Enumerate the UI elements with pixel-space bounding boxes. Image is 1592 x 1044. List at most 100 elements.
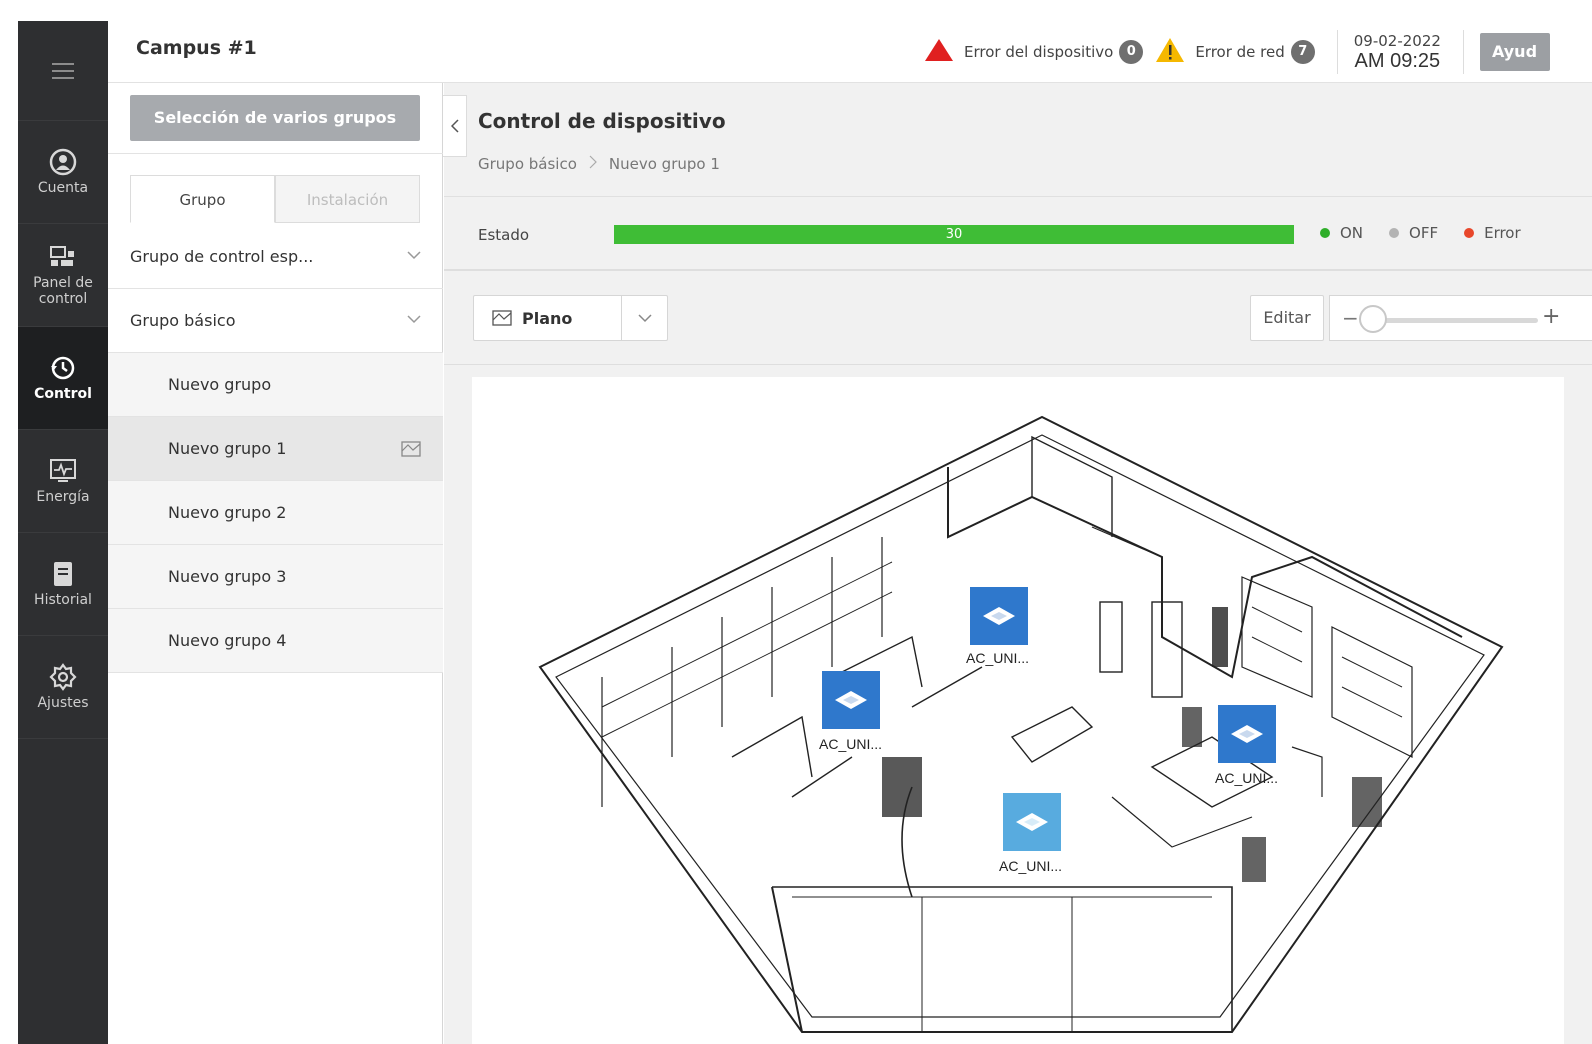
settings-gear-icon [49, 663, 77, 691]
group-row-control-esp[interactable]: Grupo de control esp... [108, 225, 443, 289]
breadcrumb-item[interactable]: Grupo básico [478, 155, 577, 173]
top-header: Campus #1 Error del dispositivo 0 Error … [108, 21, 1592, 83]
site-title: Campus #1 [136, 37, 257, 59]
status-bar: Estado 30 ON OFF Error [444, 198, 1592, 271]
ac-unit-label[interactable]: AC_UNI... [819, 736, 882, 752]
ac-unit-icon[interactable] [822, 671, 880, 729]
nav-item-panel-de-control[interactable]: Panel de control [18, 224, 108, 327]
nav-label: Panel de control [33, 275, 93, 307]
user-icon [49, 148, 77, 176]
legend-label: Error [1484, 224, 1521, 242]
left-nav-rail: Cuenta Panel de control Control Energía … [18, 21, 108, 1044]
time: AM 09:25 [1354, 49, 1441, 72]
edit-button[interactable]: Editar [1250, 295, 1324, 341]
legend-error: Error [1464, 224, 1521, 242]
zoom-slider[interactable]: − + [1329, 295, 1592, 341]
chevron-down-icon [407, 309, 421, 328]
subgroup-label: Nuevo grupo 3 [168, 567, 287, 586]
status-label: Estado [478, 226, 530, 244]
group-label: Grupo de control esp... [130, 247, 314, 266]
nav-item-energia[interactable]: Energía [18, 430, 108, 533]
subgroup-row[interactable]: Nuevo grupo [108, 353, 443, 417]
subgroup-row[interactable]: Nuevo grupo 3 [108, 545, 443, 609]
dashboard-icon [49, 243, 77, 271]
legend-on: ON [1320, 224, 1363, 242]
ac-unit-icon[interactable] [1218, 705, 1276, 763]
legend-label: OFF [1409, 224, 1439, 242]
view-select-value[interactable]: Plano [474, 296, 622, 340]
title-area: Control de dispositivo Grupo básico Nuev… [444, 83, 1592, 197]
legend-label: ON [1340, 224, 1364, 242]
view-select[interactable]: Plano [473, 295, 668, 341]
floor-plan-icon [401, 441, 421, 461]
nav-label: Cuenta [37, 180, 89, 196]
nav-item-cuenta[interactable]: Cuenta [18, 121, 108, 224]
nav-label: Historial [34, 592, 92, 608]
subgroup-label: Nuevo grupo [168, 375, 272, 394]
group-label: Grupo básico [130, 311, 236, 330]
nav-item-historial[interactable]: Historial [18, 533, 108, 636]
legend-off: OFF [1389, 224, 1438, 242]
breadcrumb: Grupo básico Nuevo grupo 1 [478, 155, 720, 173]
energy-monitor-icon [49, 457, 77, 485]
breadcrumb-item: Nuevo grupo 1 [608, 155, 720, 173]
multi-group-select-button[interactable]: Selección de varios grupos [130, 95, 420, 141]
ac-unit-icon[interactable] [970, 587, 1028, 645]
ac-unit-label[interactable]: AC_UNI... [999, 858, 1062, 874]
subgroup-label: Nuevo grupo 1 [168, 439, 287, 458]
status-progress-bar: 30 [614, 225, 1294, 244]
tab-grupo[interactable]: Grupo [130, 175, 275, 223]
device-error-label: Error del dispositivo [964, 43, 1114, 61]
status-legend: ON OFF Error [1320, 224, 1547, 242]
group-row-basico[interactable]: Grupo básico [108, 289, 443, 353]
subgroup-row[interactable]: Nuevo grupo 2 [108, 481, 443, 545]
collapse-panel-button[interactable] [443, 95, 467, 157]
zoom-track[interactable] [1370, 318, 1538, 323]
tab-instalacion[interactable]: Instalación [275, 175, 420, 223]
nav-item-control[interactable]: Control [18, 327, 108, 430]
chevron-left-icon [450, 119, 459, 133]
nav-item-ajustes[interactable]: Ajustes [18, 636, 108, 739]
zoom-out-button[interactable]: − [1342, 306, 1359, 330]
subgroup-label: Nuevo grupo 2 [168, 503, 287, 522]
control-icon [49, 354, 77, 382]
device-error-indicator[interactable]: Error del dispositivo 0 [924, 38, 1144, 66]
group-panel: Selección de varios grupos Grupo Instala… [108, 83, 443, 1044]
divider [108, 153, 443, 154]
status-progress-fill: 30 [614, 225, 1294, 244]
error-triangle-icon [924, 38, 954, 66]
view-select-label: Plano [522, 308, 573, 328]
page-title: Control de dispositivo [478, 109, 726, 133]
main-content: Control de dispositivo Grupo básico Nuev… [444, 83, 1592, 1044]
device-error-count: 0 [1119, 40, 1144, 64]
floor-plan-canvas[interactable]: AC_UNI... AC_UNI... AC_UNI... AC_UNI... [472, 377, 1564, 1044]
subgroup-label: Nuevo grupo 4 [168, 631, 287, 650]
network-error-count: 7 [1290, 40, 1315, 64]
network-error-label: Error de red [1195, 43, 1285, 61]
off-dot-icon [1389, 228, 1400, 238]
warning-triangle-icon [1155, 37, 1185, 67]
chevron-down-icon[interactable] [622, 313, 667, 323]
store-floor-plan-illustration [538, 415, 1504, 1033]
error-dot-icon [1464, 228, 1475, 238]
ac-unit-label[interactable]: AC_UNI... [1215, 770, 1278, 786]
zoom-knob[interactable] [1359, 305, 1387, 333]
ac-unit-label[interactable]: AC_UNI... [966, 650, 1029, 666]
subgroup-row-selected[interactable]: Nuevo grupo 1 [108, 417, 443, 481]
history-icon [49, 560, 77, 588]
view-toolbar: Plano Editar − + [444, 273, 1592, 365]
header-divider [1462, 30, 1464, 74]
zoom-in-button[interactable]: + [1542, 304, 1560, 329]
on-dot-icon [1320, 228, 1330, 238]
header-divider [1336, 30, 1338, 74]
ac-unit-icon[interactable] [1003, 793, 1061, 851]
nav-label: Ajustes [37, 695, 89, 711]
help-button[interactable]: Ayud [1479, 33, 1550, 71]
subgroup-row[interactable]: Nuevo grupo 4 [108, 609, 443, 673]
chevron-right-icon [589, 155, 597, 173]
date: 09-02-2022 [1353, 31, 1441, 50]
nav-label: Energía [36, 489, 90, 505]
datetime: 09-02-2022 AM 09:25 [1353, 31, 1441, 72]
hamburger-menu-icon[interactable] [18, 21, 108, 121]
network-error-indicator[interactable]: Error de red 7 [1155, 37, 1315, 67]
